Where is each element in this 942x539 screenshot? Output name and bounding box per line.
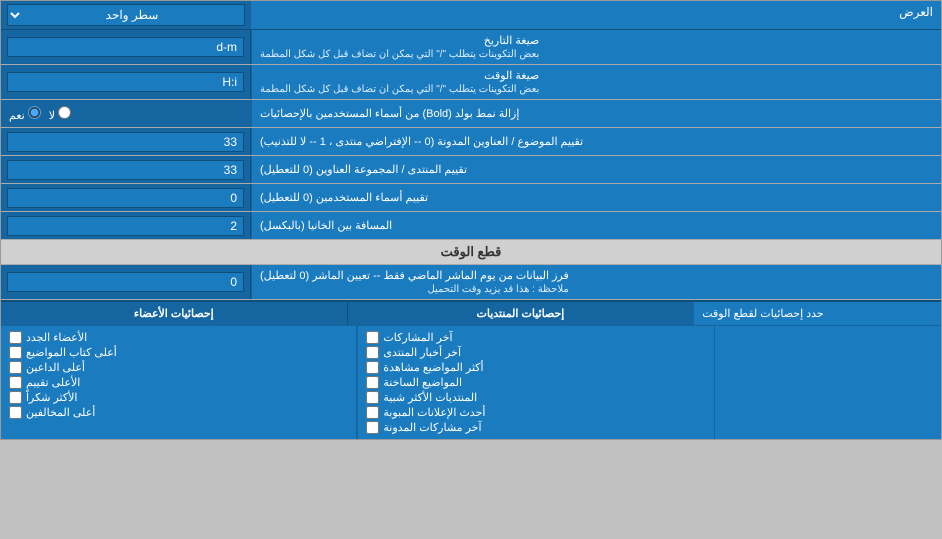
checkbox-most-thanked[interactable]: [9, 391, 22, 404]
date-format-hint: بعض التكوينات يتطلب "/" التي يمكن ان تضا…: [260, 49, 539, 60]
time-format-title: صيغة الوقت: [260, 69, 539, 82]
bold-remove-title: إزالة نمط بولد (Bold) من أسماء المستخدمي…: [260, 107, 519, 120]
forum-ordering-input-wrapper: [1, 156, 251, 183]
gap-input-wrapper: [1, 212, 251, 239]
checkbox-item: آخر أخبار المنتدى: [366, 345, 705, 360]
checkbox-item: أكثر المواضيع مشاهدة: [366, 360, 705, 375]
bold-remove-options: لا نعم: [1, 100, 251, 127]
realtime-input-wrapper: [1, 265, 251, 299]
radio-yes-label: نعم: [9, 106, 41, 122]
gap-label: المسافة بين الخانيا (بالبكسل): [251, 212, 941, 239]
checkbox-label-spacer: [714, 326, 941, 439]
checkbox-headers-row: حدد إحصائيات لقطع الوقت إحصائيات المنتدي…: [1, 302, 941, 326]
radio-yes[interactable]: [28, 106, 41, 119]
checkbox-item: المنتديات الأكثر شبية: [366, 390, 705, 405]
checkbox-latest-classifieds[interactable]: [366, 406, 379, 419]
checkbox-item: أعلى الداعين: [9, 360, 348, 375]
realtime-title: فرز البيانات من يوم الماشر الماضي فقط --…: [260, 269, 569, 282]
date-format-label: صيغة التاريخ بعض التكوينات يتطلب "/" الت…: [251, 30, 941, 64]
checkbox-item: الأعضاء الجدد: [9, 330, 348, 345]
checkbox-items-container: آخر المشاركات آخر أخبار المنتدى أكثر الم…: [1, 326, 941, 439]
checkboxes-section: حدد إحصائيات لقطع الوقت إحصائيات المنتدي…: [1, 300, 941, 439]
checkbox-hot-topics[interactable]: [366, 376, 379, 389]
checkbox-top-referrers[interactable]: [9, 361, 22, 374]
realtime-label: فرز البيانات من يوم الماشر الماضي فقط --…: [251, 265, 941, 299]
header-select-wrapper: سطر واحد سطرين ثلاثة أسطر: [1, 1, 251, 29]
col1-header: إحصائيات المنتديات: [348, 302, 694, 325]
checkbox-item: الأكثر شكراً: [9, 390, 348, 405]
forum-ordering-row: تقييم المنتدى / المجموعة العناوين (0 للت…: [1, 156, 941, 184]
bold-remove-row: إزالة نمط بولد (Bold) من أسماء المستخدمي…: [1, 100, 941, 128]
time-format-row: صيغة الوقت بعض التكوينات يتطلب "/" التي …: [1, 65, 941, 100]
topic-ordering-title: تقييم الموضوع / العناوين المدونة (0 -- ا…: [260, 135, 583, 148]
checkbox-col1: آخر المشاركات آخر أخبار المنتدى أكثر الم…: [357, 326, 713, 439]
time-format-input[interactable]: [7, 72, 244, 92]
topic-ordering-row: تقييم الموضوع / العناوين المدونة (0 -- ا…: [1, 128, 941, 156]
checkbox-item: المواضيع الساخنة: [366, 375, 705, 390]
checkbox-item: أعلى المخالفين: [9, 405, 348, 420]
checkbox-item: الأعلى تقييم: [9, 375, 348, 390]
gap-input[interactable]: [7, 216, 244, 236]
realtime-row: فرز البيانات من يوم الماشر الماضي فقط --…: [1, 265, 941, 300]
usernames-ordering-title: تقييم أسماء المستخدمين (0 للتعطيل): [260, 191, 428, 204]
time-format-hint: بعض التكوينات يتطلب "/" التي يمكن ان تضا…: [260, 84, 539, 95]
usernames-ordering-row: تقييم أسماء المستخدمين (0 للتعطيل): [1, 184, 941, 212]
radio-no[interactable]: [58, 106, 71, 119]
checkbox-col2: الأعضاء الجدد أعلى كتاب المواضيع أعلى ال…: [1, 326, 357, 439]
checkbox-new-members[interactable]: [9, 331, 22, 344]
realtime-hint: ملاحظة : هذا قد يزيد وقت التحميل: [260, 284, 569, 295]
col2-header: إحصائيات الأعضاء: [1, 302, 348, 325]
display-mode-select[interactable]: سطر واحد سطرين ثلاثة أسطر: [7, 4, 245, 26]
time-format-input-wrapper: [1, 65, 251, 99]
checkbox-top-posters[interactable]: [9, 346, 22, 359]
checkbox-item: أحدث الإعلانات المبوبة: [366, 405, 705, 420]
checkbox-latest-posts[interactable]: [366, 331, 379, 344]
checkbox-most-viewed[interactable]: [366, 361, 379, 374]
topic-ordering-input[interactable]: [7, 132, 244, 152]
checkbox-item: آخر مشاركات المدونة: [366, 420, 705, 435]
forum-ordering-input[interactable]: [7, 160, 244, 180]
forum-ordering-title: تقييم المنتدى / المجموعة العناوين (0 للت…: [260, 163, 467, 176]
forum-ordering-label: تقييم المنتدى / المجموعة العناوين (0 للت…: [251, 156, 941, 183]
checkbox-latest-blog[interactable]: [366, 421, 379, 434]
time-format-label: صيغة الوقت بعض التكوينات يتطلب "/" التي …: [251, 65, 941, 99]
gap-row: المسافة بين الخانيا (بالبكسل): [1, 212, 941, 240]
checkbox-top-violators[interactable]: [9, 406, 22, 419]
topic-ordering-input-wrapper: [1, 128, 251, 155]
topic-ordering-label: تقييم الموضوع / العناوين المدونة (0 -- ا…: [251, 128, 941, 155]
date-format-input[interactable]: [7, 37, 244, 57]
radio-no-label: لا: [49, 106, 71, 122]
realtime-section-title: قطع الوقت: [441, 244, 502, 259]
gap-title: المسافة بين الخانيا (بالبكسل): [260, 219, 392, 232]
usernames-ordering-input-wrapper: [1, 184, 251, 211]
header-title: العرض: [899, 5, 933, 19]
checkbox-col-headers: إحصائيات المنتديات إحصائيات الأعضاء: [1, 302, 693, 325]
checkbox-latest-news[interactable]: [366, 346, 379, 359]
checkbox-top-rated[interactable]: [9, 376, 22, 389]
checkbox-popular-forums[interactable]: [366, 391, 379, 404]
date-format-title: صيغة التاريخ: [260, 34, 539, 47]
realtime-section-header: قطع الوقت: [1, 240, 941, 265]
limit-label: حدد إحصائيات لقطع الوقت: [693, 302, 941, 325]
checkbox-item: آخر المشاركات: [366, 330, 705, 345]
date-format-input-wrapper: [1, 30, 251, 64]
usernames-ordering-input[interactable]: [7, 188, 244, 208]
header-label: العرض: [251, 1, 941, 29]
realtime-input[interactable]: [7, 272, 244, 292]
date-format-row: صيغة التاريخ بعض التكوينات يتطلب "/" الت…: [1, 30, 941, 65]
usernames-ordering-label: تقييم أسماء المستخدمين (0 للتعطيل): [251, 184, 941, 211]
checkbox-item: أعلى كتاب المواضيع: [9, 345, 348, 360]
header-row: العرض سطر واحد سطرين ثلاثة أسطر: [1, 1, 941, 30]
bold-remove-label: إزالة نمط بولد (Bold) من أسماء المستخدمي…: [251, 100, 941, 127]
